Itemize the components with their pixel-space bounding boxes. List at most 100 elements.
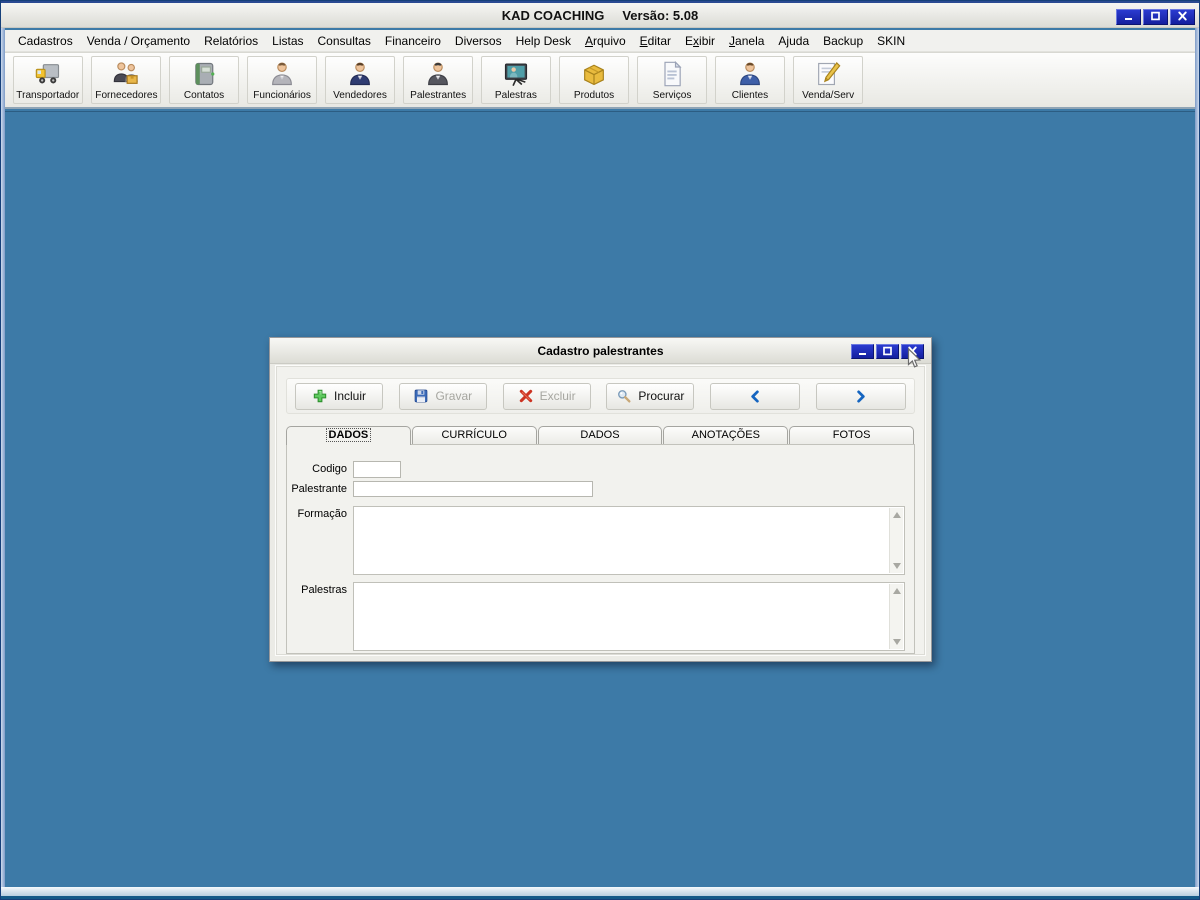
- tab-content-dados: Codigo Palestrante Formação: [286, 444, 915, 654]
- window-frame-bottom: [1, 887, 1199, 899]
- menu-item-janela[interactable]: Janela: [722, 32, 771, 50]
- dialog-title: Cadastro palestrantes: [270, 344, 931, 358]
- button-label: Procurar: [638, 389, 684, 403]
- palestrante-input[interactable]: [353, 481, 593, 497]
- formacao-textarea[interactable]: [353, 506, 905, 575]
- menu-item-cadastros[interactable]: Cadastros: [11, 32, 80, 50]
- tab-label: DADOS: [327, 429, 371, 441]
- menu-item-arquivo[interactable]: Arquivo: [578, 32, 633, 50]
- toolbar-button-funcionarios[interactable]: Funcionários: [247, 56, 317, 104]
- menu-item-relatorios[interactable]: Relatórios: [197, 32, 265, 50]
- dialog-title-bar[interactable]: Cadastro palestrantes: [270, 338, 931, 364]
- procurar-button[interactable]: Procurar: [606, 383, 694, 410]
- button-label: Excluir: [540, 389, 576, 403]
- scroll-up-arrow-icon[interactable]: [893, 512, 901, 518]
- toolbar-button-palestras[interactable]: Palestras: [481, 56, 551, 104]
- menu-item-financeiro[interactable]: Financeiro: [378, 32, 448, 50]
- close-icon: [1177, 8, 1188, 26]
- app-title: KAD COACHING: [502, 8, 605, 23]
- sale-pencil-icon: [814, 60, 842, 88]
- maximize-icon: [1150, 8, 1161, 26]
- minimize-icon: [1123, 8, 1134, 26]
- button-label: Gravar: [435, 389, 472, 403]
- toolbar-button-label: Palestras: [495, 89, 537, 101]
- tab-fotos[interactable]: FOTOS: [789, 426, 914, 445]
- toolbar-button-contatos[interactable]: Contatos: [169, 56, 239, 104]
- product-box-icon: [580, 60, 608, 88]
- dialog-button-bar: Incluir Gravar Excluir Procurar: [286, 378, 915, 414]
- prev-icon: [748, 389, 763, 404]
- toolbar-button-label: Vendedores: [333, 89, 387, 101]
- menu-item-venda-orcamento[interactable]: Venda / Orçamento: [80, 32, 197, 50]
- codigo-input[interactable]: [353, 461, 401, 478]
- palestras-textarea[interactable]: [353, 582, 905, 651]
- toolbar-button-label: Transportador: [17, 89, 80, 101]
- tab-anotacoes[interactable]: ANOTAÇÕES: [663, 426, 788, 445]
- toolbar-button-clientes[interactable]: Clientes: [715, 56, 785, 104]
- maximize-button[interactable]: [1143, 9, 1168, 25]
- toolbar-button-venda-serv[interactable]: Venda/Serv: [793, 56, 863, 104]
- app-title-group: KAD COACHING Versão: 5.08: [502, 8, 698, 23]
- formacao-scrollbar[interactable]: [889, 508, 903, 573]
- toolbar-button-label: Contatos: [184, 89, 224, 101]
- menu-item-listas[interactable]: Listas: [265, 32, 310, 50]
- palestras-label: Palestras: [287, 582, 347, 596]
- toolbar-button-transportador[interactable]: Transportador: [13, 56, 83, 104]
- toolbar-button-fornecedores[interactable]: Fornecedores: [91, 56, 161, 104]
- employee-icon: [268, 60, 296, 88]
- next-icon: [853, 389, 868, 404]
- toolbar-button-servicos[interactable]: Serviços: [637, 56, 707, 104]
- dialog-tab-bar: DADOS CURRÍCULO DADOS ANOTAÇÕES FOTOS: [286, 426, 915, 445]
- button-label: Incluir: [334, 389, 366, 403]
- tab-curriculo[interactable]: CURRÍCULO: [412, 426, 537, 445]
- tab-label: FOTOS: [833, 429, 871, 441]
- speaker-icon: [424, 60, 452, 88]
- previous-record-button[interactable]: [710, 383, 800, 410]
- window-controls: [1116, 9, 1195, 25]
- incluir-button[interactable]: Incluir: [295, 383, 383, 410]
- menu-item-backup[interactable]: Backup: [816, 32, 870, 50]
- dialog-maximize-button[interactable]: [876, 344, 899, 359]
- minimize-button[interactable]: [1116, 9, 1141, 25]
- client-icon: [736, 60, 764, 88]
- gravar-button: Gravar: [399, 383, 487, 410]
- toolbar-button-label: Palestrantes: [410, 89, 466, 101]
- scroll-down-arrow-icon[interactable]: [893, 639, 901, 645]
- toolbar-button-produtos[interactable]: Produtos: [559, 56, 629, 104]
- toolbar-button-label: Funcionários: [253, 89, 311, 101]
- search-icon: [616, 388, 632, 404]
- palestrante-label: Palestrante: [287, 481, 347, 495]
- mouse-cursor: [903, 347, 925, 371]
- menu-item-diversos[interactable]: Diversos: [448, 32, 509, 50]
- dialog-body: Incluir Gravar Excluir Procurar DADOS CURRÍC…: [275, 365, 926, 656]
- address-book-icon: [190, 60, 218, 88]
- menu-item-help-desk[interactable]: Help Desk: [509, 32, 578, 50]
- excluir-button: Excluir: [503, 383, 591, 410]
- toolbar: Transportador Fornecedores Contatos Funcion…: [5, 52, 1195, 109]
- menu-item-consultas[interactable]: Consultas: [311, 32, 378, 50]
- presentation-icon: [502, 60, 530, 88]
- next-record-button[interactable]: [816, 383, 906, 410]
- salesperson-icon: [346, 60, 374, 88]
- application-window: KAD COACHING Versão: 5.08 CadastrosVenda …: [0, 0, 1200, 900]
- scroll-down-arrow-icon[interactable]: [893, 563, 901, 569]
- dialog-minimize-button[interactable]: [851, 344, 874, 359]
- menu-item-ajuda[interactable]: Ajuda: [771, 32, 816, 50]
- close-button[interactable]: [1170, 9, 1195, 25]
- menu-item-skin[interactable]: SKIN: [870, 32, 912, 50]
- palestras-scrollbar[interactable]: [889, 584, 903, 649]
- tab-dados-1[interactable]: DADOS: [286, 426, 411, 445]
- toolbar-button-palestrantes[interactable]: Palestrantes: [403, 56, 473, 104]
- delete-icon: [518, 388, 534, 404]
- toolbar-button-vendedores[interactable]: Vendedores: [325, 56, 395, 104]
- menu-item-exibir[interactable]: Exibir: [678, 32, 722, 50]
- tab-dados-2[interactable]: DADOS: [538, 426, 663, 445]
- menu-item-editar[interactable]: Editar: [633, 32, 678, 50]
- codigo-label: Codigo: [287, 461, 347, 475]
- scroll-up-arrow-icon[interactable]: [893, 588, 901, 594]
- truck-icon: [34, 60, 62, 88]
- app-version: Versão: 5.08: [622, 8, 698, 23]
- menu-bar: CadastrosVenda / OrçamentoRelatóriosList…: [5, 30, 1195, 52]
- toolbar-button-label: Serviços: [653, 89, 692, 101]
- tab-label: DADOS: [580, 429, 619, 441]
